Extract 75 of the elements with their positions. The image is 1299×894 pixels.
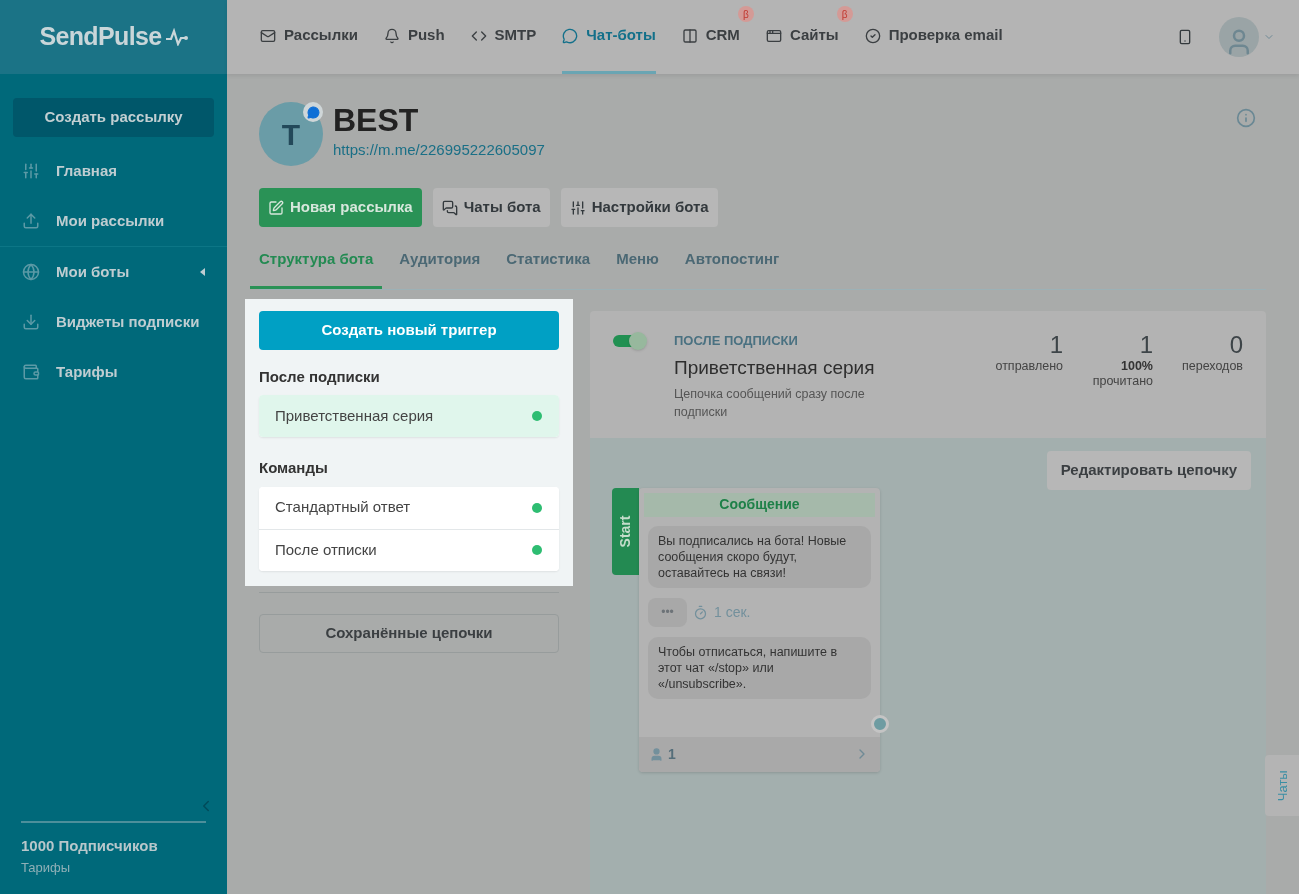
beta-badge: β [836,6,853,22]
sidebar-item-icon [22,263,40,281]
user-icon [649,746,664,762]
sidebar-item-icon [22,162,40,180]
connector-handle[interactable] [871,714,889,733]
trigger-item[interactable]: Приветственная серия [259,395,559,437]
nav-icon [681,27,698,44]
action-button[interactable]: Чаты бота [432,188,550,227]
sidebar-item[interactable]: Тарифы [0,347,227,397]
stat-value: 1 [1049,330,1063,359]
nav-tab[interactable]: Проверка email [864,0,1003,74]
sidebar-item[interactable]: Главная [0,146,227,196]
tab[interactable]: Статистика [497,248,600,289]
nav-tab[interactable]: CRM [681,0,740,74]
group-title: После подписки [259,366,381,387]
start-label: Start [612,487,639,575]
user-avatar[interactable] [1219,17,1259,57]
nav-icon [383,27,400,44]
nav-tab[interactable]: SMTP [470,0,537,74]
chain-title: Приветственная серия [674,356,876,380]
plan-link[interactable]: Тарифы [21,857,206,877]
tab[interactable]: Меню [607,248,668,289]
nav-tab[interactable]: Рассылки [260,0,358,74]
action-button[interactable]: Настройки бота [560,188,718,227]
edit-chain-button[interactable]: Редактировать цепочку [1046,450,1251,490]
nav-tab[interactable]: Сайты [765,0,839,74]
bot-link[interactable]: https://m.me/226995222605097 [333,141,545,158]
typing-indicator: ••• [648,597,687,627]
phone-icon[interactable] [1177,29,1193,45]
sidebar-item-icon [22,313,40,331]
beta-badge: β [737,6,754,22]
info-icon[interactable] [1236,108,1256,128]
saved-chains-button[interactable]: Сохранённые цепочки [259,613,559,653]
nav-icon [765,27,782,44]
delay-text: 1 сек. [714,602,751,622]
stat-label: отправлено [995,358,1063,374]
sidebar-item-icon [22,363,40,381]
chain-category: ПОСЛЕ ПОДПИСКИ [674,331,799,350]
sidebar-item[interactable]: Мои рассылки [0,196,227,246]
button-icon [441,199,458,216]
stat-value: 0 [1229,330,1243,359]
caret-icon [200,268,205,276]
trigger-item[interactable]: После отписки [259,528,559,571]
message-bubble: Чтобы отписаться, напишите в этот чат «/stop» или «/unsubscribe». [648,636,871,699]
trigger-item[interactable]: Стандартный ответ [259,486,559,529]
bot-avatar: T [259,102,323,166]
sidebar-item[interactable]: Виджеты подписки [0,297,227,347]
sidebar-item-icon [22,212,40,230]
stat-percent: 100% [1121,358,1153,374]
stat-value: 1 [1139,330,1153,359]
timer-icon [693,604,708,620]
nav-icon [562,27,579,44]
subscribers-count: 1000 Подписчиков [21,836,159,856]
sidebar-item[interactable]: Мои боты [0,247,227,297]
tab[interactable]: Автопостинг [675,248,789,289]
message-bubble: Вы подписались на бота! Новые сообщения скоро будут, оставайтесь на связи! [648,525,871,588]
messenger-icon [303,102,323,122]
button-icon [569,199,586,216]
subscriber-count: 1 [668,744,677,764]
button-icon [268,199,284,216]
node-title: Сообщение [644,492,875,517]
nav-icon [864,27,881,44]
bot-name: BEST [333,102,420,138]
tab[interactable]: Аудитория [390,248,490,289]
group-title: Команды [259,458,329,478]
create-campaign-button[interactable]: Создать рассылку [13,98,214,137]
pulse-icon [165,28,188,46]
create-trigger-button[interactable]: Создать новый триггер [259,310,559,350]
nav-tab[interactable]: Push [383,0,445,74]
nav-icon [260,27,276,44]
nav-tab[interactable]: Чат-боты [562,0,656,74]
chain-description: Цепочка сообщений сразу после подписки [674,385,866,421]
stat-label: прочитано [1092,373,1153,389]
action-button[interactable]: Новая рассылка [259,188,422,227]
stat-label: переходов [1181,358,1243,374]
